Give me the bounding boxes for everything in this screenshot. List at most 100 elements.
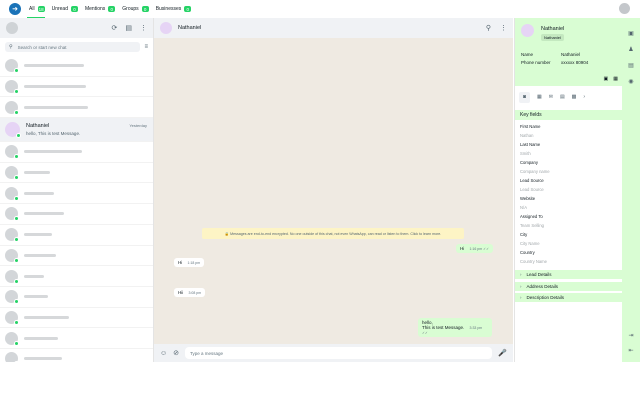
list-item[interactable] (0, 163, 153, 184)
tab-label: Mentions (84, 6, 106, 12)
list-item[interactable] (0, 56, 153, 77)
conversation-header: Nathaniel ⚲ ⋮ (154, 18, 513, 38)
message-bubble[interactable]: Hii 3:08 pm (174, 288, 206, 297)
field-value[interactable]: Company name (520, 169, 622, 174)
field-label: Website (520, 196, 536, 201)
search-icon[interactable]: ⚲ (486, 24, 491, 32)
refresh-icon[interactable]: ⟳ (112, 24, 118, 32)
description-details-section[interactable]: › Description Details (515, 293, 622, 302)
list-item[interactable] (0, 183, 153, 205)
contact-tag[interactable]: Nathaniel (541, 34, 564, 41)
message-bubble[interactable]: hello, This is test Message. 3:33 pm ✓✓ (418, 318, 492, 337)
blank-area (0, 362, 640, 400)
sidebar-bottom: ⇥ ⇤ (628, 332, 633, 354)
conversation-panel: Nathaniel ⚲ ⋮ 🔒 Messages are end-to-end … (154, 18, 513, 362)
list-item[interactable] (0, 246, 153, 267)
user-avatar-icon[interactable] (619, 3, 630, 14)
list-item[interactable] (0, 142, 153, 163)
field-value[interactable]: Smith (520, 151, 622, 156)
chat-last-message: hello, This is test Message. (26, 131, 81, 137)
avatar (5, 310, 19, 325)
eye-icon[interactable]: ◉ (628, 78, 633, 85)
conversation-title[interactable]: Nathaniel (178, 25, 201, 31)
list-item[interactable] (0, 266, 153, 287)
field-value[interactable]: Nathan (520, 133, 622, 138)
app-logo-icon[interactable]: ➜ (9, 3, 21, 15)
field-label: First Name (520, 124, 541, 129)
tab-document-icon[interactable]: ▤ (560, 94, 565, 100)
filter-icon[interactable]: ≡ (144, 44, 148, 50)
message-bubble[interactable]: Hi 1:18 pm (174, 258, 205, 267)
field-value[interactable]: City Name (520, 241, 622, 246)
chat-list-panel: ⟳ ▤ ⋮ ⚲ Search or start new chat ≡ Natha… (0, 18, 154, 370)
list-item[interactable] (0, 204, 153, 225)
chevron-right-icon[interactable]: › (583, 94, 585, 100)
field-value[interactable]: Country Name (520, 259, 622, 264)
my-avatar[interactable] (6, 22, 18, 34)
placeholder-line (24, 233, 52, 237)
online-dot (14, 175, 19, 181)
add-contact-icon[interactable]: ▣ (604, 76, 609, 82)
contacts-icon[interactable]: ▣ (628, 30, 634, 37)
field-label: City (520, 232, 528, 237)
tab-businesses[interactable]: Businesses 0 (156, 2, 192, 16)
phone-value: xxxxxx 80904 (561, 60, 589, 65)
tab-groups[interactable]: Groups 0 (122, 2, 149, 16)
new-chat-icon[interactable]: ▤ (125, 24, 132, 32)
tab-mentions[interactable]: Mentions 0 (84, 2, 116, 16)
list-item[interactable] (0, 308, 153, 329)
notes-icon[interactable]: ▤ (628, 62, 634, 69)
list-item[interactable] (0, 97, 153, 119)
tab-count-badge: 18 (37, 6, 45, 12)
microphone-icon[interactable]: 🎤 (498, 349, 507, 357)
field-value[interactable]: Lead Source (520, 187, 622, 192)
tab-mail-icon[interactable]: ✉ (549, 94, 553, 100)
list-item[interactable] (0, 77, 153, 98)
list-item[interactable] (0, 225, 153, 246)
avatar (5, 331, 19, 346)
message-placeholder: Type a message (190, 350, 224, 356)
avatar (5, 59, 19, 74)
menu-icon[interactable]: ⋮ (140, 24, 147, 32)
menu-icon[interactable]: ⋮ (500, 24, 507, 32)
chat-list-header: ⟳ ▤ ⋮ (0, 18, 153, 38)
person-icon[interactable]: ♟ (628, 46, 633, 53)
tab-archive-icon[interactable]: ▩ (572, 94, 577, 100)
collapse-icon[interactable]: ⇤ (628, 347, 633, 354)
logout-icon[interactable]: ⇥ (628, 332, 633, 339)
attach-icon[interactable]: ⊘ (173, 349, 179, 357)
tab-unread[interactable]: Unread 0 (52, 2, 78, 16)
field-value[interactable]: Team Selling (520, 223, 622, 228)
message-input[interactable]: Type a message (185, 347, 493, 359)
field-value[interactable]: N/A (520, 205, 622, 210)
placeholder-line (24, 253, 56, 257)
emoji-icon[interactable]: ☺ (160, 350, 167, 357)
tab-label: All (29, 6, 35, 12)
filter-bar: ➜ All 18 Unread 0 Mentions 0 Groups 0 Bu… (0, 0, 640, 18)
avatar (5, 228, 19, 243)
list-item[interactable] (0, 328, 153, 349)
name-row: Name Nathaniel (521, 52, 580, 57)
tab-all[interactable]: All 18 (27, 2, 45, 18)
tab-calendar-icon[interactable]: ▦ (537, 94, 542, 100)
online-dot (14, 154, 19, 160)
encryption-notice[interactable]: 🔒 Messages are end-to-end encrypted. No … (202, 228, 464, 239)
address-details-section[interactable]: › Address Details (515, 281, 622, 291)
message-text: Hii (178, 290, 184, 295)
name-value: Nathaniel (561, 52, 581, 57)
chevron-right-icon: › (520, 295, 522, 300)
field-label: Assigned To (520, 214, 543, 219)
avatar (5, 269, 19, 284)
avatar (5, 166, 19, 181)
message-bubble[interactable]: Hi 1:16 pm ✓✓ (456, 244, 493, 253)
tab-contact-icon[interactable]: ◙ (519, 91, 530, 103)
search-input[interactable]: ⚲ Search or start new chat (5, 42, 141, 52)
lead-details-section[interactable]: › Lead Details (515, 270, 622, 279)
calendar-icon[interactable]: ▦ (613, 76, 618, 82)
list-item[interactable]: Nathaniel hello, This is test Message. Y… (0, 118, 153, 143)
tab-count-badge: 0 (141, 6, 149, 12)
avatar[interactable] (160, 22, 172, 34)
list-item[interactable] (0, 287, 153, 308)
chat-text: Nathaniel hello, This is test Message. (20, 123, 80, 136)
search-placeholder: Search or start new chat (17, 44, 67, 50)
